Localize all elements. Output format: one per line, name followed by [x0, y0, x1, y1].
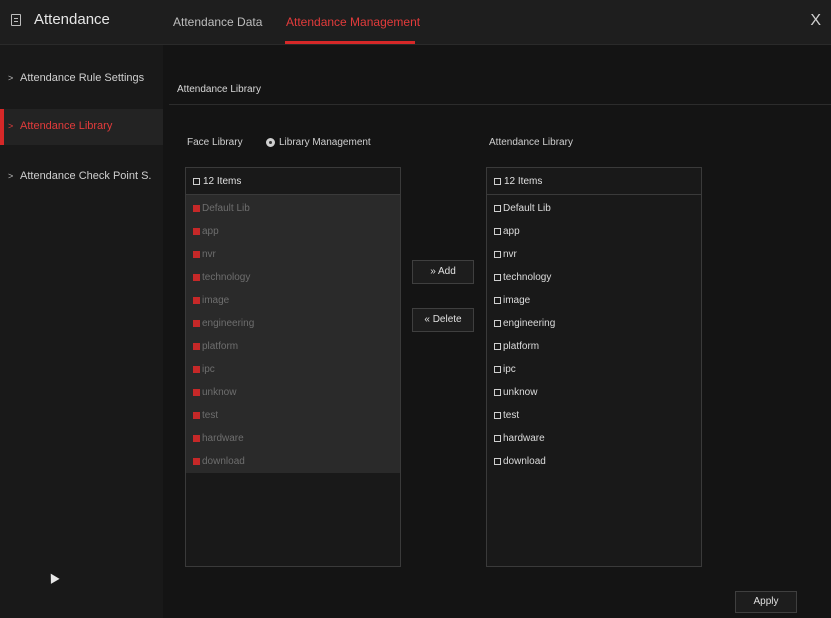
list-item[interactable]: test: [186, 404, 400, 426]
list-item[interactable]: technology: [487, 266, 701, 288]
list-item[interactable]: app: [186, 220, 400, 242]
app-title: Attendance: [34, 11, 110, 28]
sidebar: > Attendance Rule Settings > Attendance …: [0, 45, 163, 618]
list-item[interactable]: image: [186, 289, 400, 311]
tab-attendance-management[interactable]: Attendance Management: [286, 15, 420, 29]
list-item[interactable]: app: [487, 220, 701, 242]
chevron-right-icon: >: [8, 171, 14, 181]
item-checkbox[interactable]: [494, 274, 501, 281]
list-item[interactable]: ipc: [487, 358, 701, 380]
item-checkbox[interactable]: [193, 435, 200, 442]
item-checkbox[interactable]: [494, 412, 501, 419]
section-divider: [169, 104, 831, 105]
item-checkbox[interactable]: [494, 205, 501, 212]
item-checkbox[interactable]: [494, 366, 501, 373]
sidebar-item-label: Attendance Library: [20, 120, 113, 132]
library-management-radio[interactable]: [266, 138, 275, 147]
face-library-panel: 12 Items Default Lib app nvr technology …: [185, 167, 401, 567]
list-item[interactable]: platform: [487, 335, 701, 357]
select-all-checkbox[interactable]: [494, 178, 501, 185]
sidebar-item-label: Attendance Check Point S.: [20, 170, 152, 182]
delete-button[interactable]: « Delete: [412, 308, 474, 332]
item-checkbox[interactable]: [193, 458, 200, 465]
sidebar-item-attendance-check-point[interactable]: > Attendance Check Point S.: [0, 159, 163, 195]
item-checkbox[interactable]: [193, 412, 200, 419]
sidebar-item-attendance-rule-settings[interactable]: > Attendance Rule Settings: [0, 61, 163, 97]
attendance-library-label: Attendance Library: [489, 137, 573, 148]
title-bar: Attendance Attendance Data Attendance Ma…: [0, 0, 831, 45]
list-item[interactable]: platform: [186, 335, 400, 357]
item-checkbox[interactable]: [494, 389, 501, 396]
list-item[interactable]: Default Lib: [487, 197, 701, 219]
item-checkbox[interactable]: [193, 228, 200, 235]
add-button[interactable]: » Add: [412, 260, 474, 284]
item-count: 12 Items: [504, 176, 543, 187]
sidebar-item-attendance-library[interactable]: > Attendance Library: [0, 109, 163, 145]
section-title: Attendance Library: [177, 84, 261, 95]
list-item[interactable]: nvr: [487, 243, 701, 265]
item-checkbox[interactable]: [193, 274, 200, 281]
active-tab-indicator: [285, 41, 415, 44]
item-checkbox[interactable]: [494, 320, 501, 327]
face-library-label: Face Library: [187, 137, 243, 148]
item-checkbox[interactable]: [494, 435, 501, 442]
item-checkbox[interactable]: [494, 458, 501, 465]
item-checkbox[interactable]: [193, 389, 200, 396]
panel-header: 12 Items: [186, 168, 400, 195]
list-item[interactable]: test: [487, 404, 701, 426]
attendance-icon: [11, 14, 21, 26]
chevron-right-icon: >: [8, 121, 14, 131]
item-checkbox[interactable]: [193, 205, 200, 212]
item-checkbox[interactable]: [193, 320, 200, 327]
list-item[interactable]: hardware: [487, 427, 701, 449]
list-item[interactable]: download: [186, 450, 400, 472]
list-item[interactable]: engineering: [186, 312, 400, 334]
select-all-checkbox[interactable]: [193, 178, 200, 185]
item-checkbox[interactable]: [494, 297, 501, 304]
list-item[interactable]: engineering: [487, 312, 701, 334]
list-item[interactable]: ipc: [186, 358, 400, 380]
list-item[interactable]: unknow: [487, 381, 701, 403]
list-item[interactable]: Default Lib: [186, 197, 400, 219]
item-checkbox[interactable]: [494, 343, 501, 350]
item-checkbox[interactable]: [193, 366, 200, 373]
panel-header: 12 Items: [487, 168, 701, 195]
attendance-library-panel: 12 Items Default Lib app nvr technology …: [486, 167, 702, 567]
list-item[interactable]: download: [487, 450, 701, 472]
list-item[interactable]: hardware: [186, 427, 400, 449]
item-checkbox[interactable]: [193, 343, 200, 350]
list-item[interactable]: image: [487, 289, 701, 311]
list-item[interactable]: unknow: [186, 381, 400, 403]
list-item[interactable]: technology: [186, 266, 400, 288]
apply-button[interactable]: Apply: [735, 591, 797, 613]
list-item[interactable]: nvr: [186, 243, 400, 265]
close-icon[interactable]: X: [810, 12, 821, 30]
chevron-right-icon: >: [8, 73, 14, 83]
item-checkbox[interactable]: [193, 251, 200, 258]
item-checkbox[interactable]: [494, 228, 501, 235]
tab-attendance-data[interactable]: Attendance Data: [173, 15, 262, 29]
library-management-label: Library Management: [279, 137, 371, 148]
sidebar-item-label: Attendance Rule Settings: [20, 72, 145, 84]
item-checkbox[interactable]: [193, 297, 200, 304]
item-count: 12 Items: [203, 176, 242, 187]
item-checkbox[interactable]: [494, 251, 501, 258]
